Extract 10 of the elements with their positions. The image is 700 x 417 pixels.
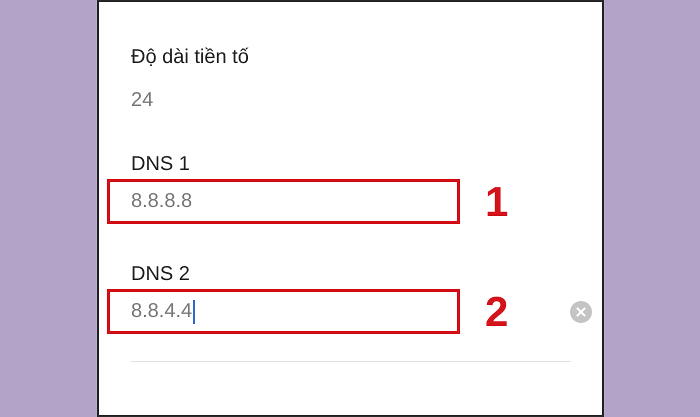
field-label: DNS 2 [131, 262, 190, 287]
annotation-number: 1 [485, 180, 510, 224]
input-field[interactable]: 8.8.4.4 [107, 289, 460, 334]
annotation-number: 2 [485, 290, 510, 334]
clear-icon[interactable] [570, 300, 592, 322]
input-field[interactable]: 8.8.8.8 [107, 179, 460, 224]
text-cursor [193, 300, 196, 324]
field-label: Độ dài tiền tố [131, 45, 249, 70]
field-value: 24 [131, 88, 154, 113]
field-label: DNS 1 [131, 152, 190, 177]
